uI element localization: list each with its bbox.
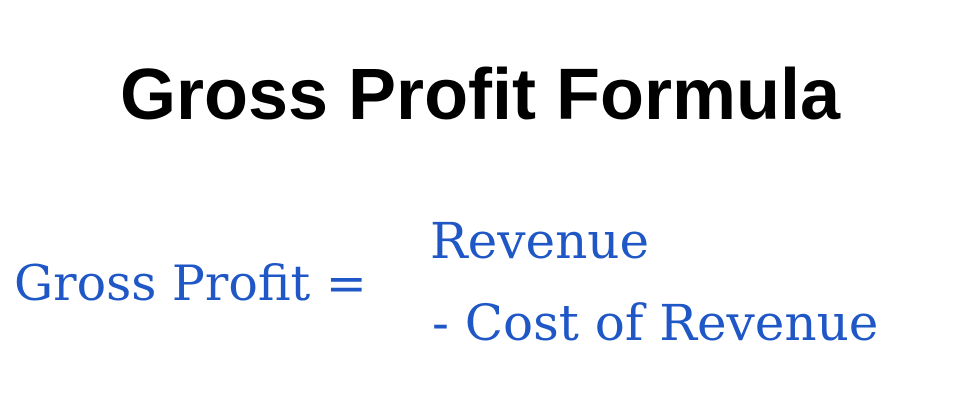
formula-line-revenue: Revenue	[430, 212, 650, 270]
formula-lhs: Gross Profit =	[14, 255, 367, 312]
page-title: Gross Profit Formula	[119, 55, 841, 135]
formula-line-cost-of-revenue: - Cost of Revenue	[432, 294, 879, 352]
